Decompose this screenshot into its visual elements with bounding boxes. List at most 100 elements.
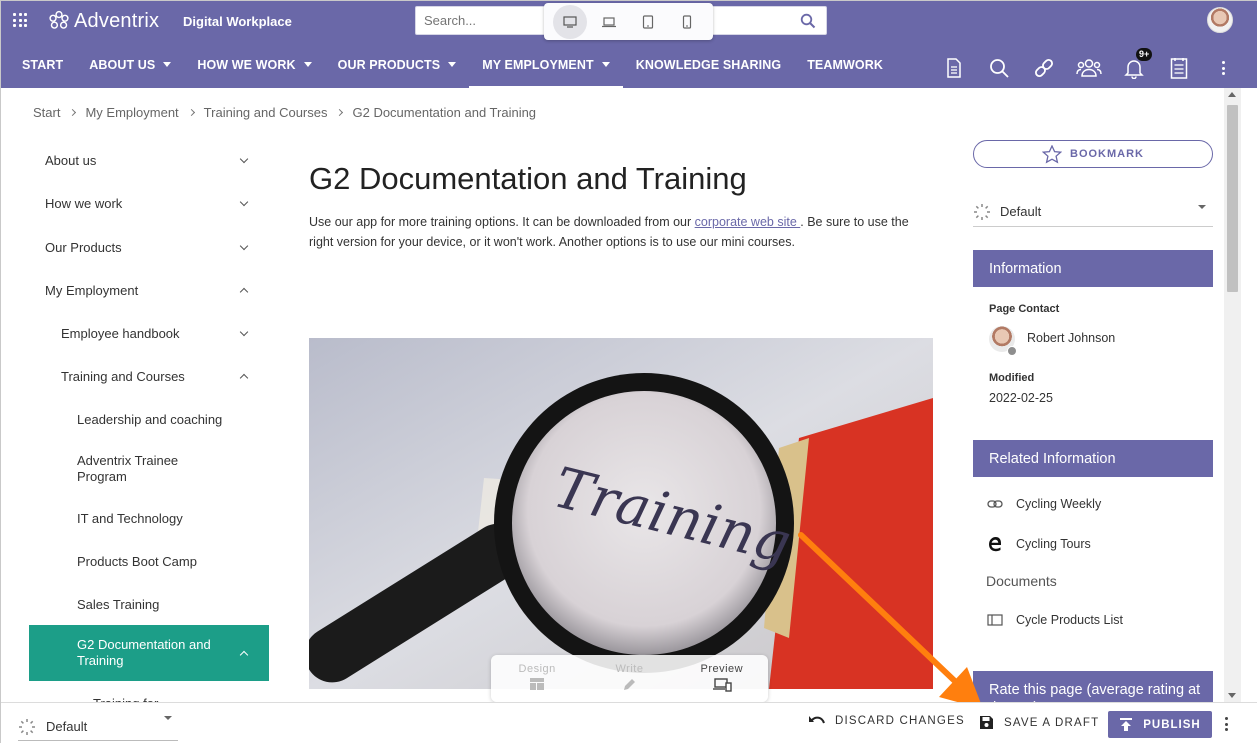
nav-my-employment[interactable]: MY EMPLOYMENT	[469, 41, 623, 88]
site-title[interactable]: Digital Workplace	[183, 14, 292, 29]
chevron-up-icon[interactable]	[239, 373, 249, 383]
leftnav-label: G2 Documentation and Training	[77, 637, 211, 668]
leftnav-item-boot-camp[interactable]: Products Boot Camp	[29, 539, 269, 583]
chevron-up-icon[interactable]	[239, 650, 249, 659]
page-title: G2 Documentation and Training	[309, 161, 747, 196]
nav-start[interactable]: START	[1, 41, 76, 88]
leftnav-item-about-us[interactable]: About us	[29, 139, 269, 182]
more-vertical-icon[interactable]	[1201, 53, 1246, 83]
corporate-site-link[interactable]: corporate web site	[695, 215, 801, 229]
leftnav-item-how-we-work[interactable]: How we work	[29, 182, 269, 225]
grid-layout-icon	[530, 678, 545, 690]
breadcrumb-my-employment[interactable]: My Employment	[85, 105, 178, 120]
bottom-language-select[interactable]: Default	[18, 713, 178, 741]
breadcrumb-training-and-courses[interactable]: Training and Courses	[204, 105, 328, 120]
nav-about-us[interactable]: ABOUT US	[76, 41, 184, 88]
chevron-right-icon	[187, 108, 195, 117]
link-icon[interactable]	[1021, 53, 1066, 83]
leftnav-item-our-products[interactable]: Our Products	[29, 225, 269, 269]
chevron-down-icon[interactable]	[239, 154, 249, 164]
bell-icon[interactable]: 9+	[1111, 48, 1156, 83]
leftnav-item-sales-training[interactable]: Sales Training	[29, 583, 269, 625]
scroll-down-icon[interactable]	[1228, 693, 1236, 698]
chevron-down-icon[interactable]	[239, 197, 249, 207]
design-mode-button[interactable]: Design	[497, 663, 577, 690]
save-draft-button[interactable]: SAVE A DRAFT	[979, 715, 1099, 730]
chevron-up-icon[interactable]	[239, 287, 249, 297]
related-item-cycling-tours[interactable]: Cycling Tours	[986, 536, 1091, 552]
search-input[interactable]	[424, 13, 534, 28]
leftnav-label: Sales Training	[77, 596, 160, 612]
preview-mode-button[interactable]: Preview	[682, 663, 762, 692]
leftnav-item-g2-documentation[interactable]: G2 Documentation and Training	[29, 625, 269, 681]
main-navigation: START ABOUT US HOW WE WORK OUR PRODUCTS …	[1, 41, 896, 88]
modified-value: 2022-02-25	[989, 391, 1053, 405]
related-item-cycling-weekly[interactable]: Cycling Weekly	[986, 497, 1101, 511]
nav-how-we-work[interactable]: HOW WE WORK	[184, 41, 324, 88]
breadcrumb-start[interactable]: Start	[33, 105, 60, 120]
leftnav-label: Leadership and coaching	[77, 412, 223, 427]
nav-label: START	[22, 57, 64, 72]
chevron-down-icon[interactable]	[239, 241, 249, 250]
page-scrollbar[interactable]	[1224, 88, 1241, 702]
laptop-view-button[interactable]	[592, 5, 626, 39]
undo-icon	[809, 716, 825, 724]
publish-icon	[1120, 718, 1133, 731]
nav-our-products[interactable]: OUR PRODUCTS	[325, 41, 470, 88]
phone-view-button[interactable]	[670, 5, 704, 39]
chevron-right-icon	[336, 108, 344, 117]
training-image: Training	[309, 338, 933, 689]
desktop-view-button[interactable]	[552, 4, 587, 39]
tablet-view-button[interactable]	[631, 5, 665, 39]
discard-changes-button[interactable]: DISCARD CHANGES	[808, 715, 965, 727]
bookmark-button[interactable]: BOOKMARK	[973, 140, 1213, 168]
publish-button[interactable]: PUBLISH	[1108, 711, 1212, 738]
leftnav-label: Employee handbook	[61, 326, 180, 341]
information-heading: Information	[973, 250, 1213, 287]
editor-mode-switch: Design Write Preview	[491, 655, 768, 702]
more-options-icon[interactable]	[1225, 717, 1229, 731]
laptop-icon	[601, 16, 616, 27]
document-item-cycle-products[interactable]: Cycle Products List	[986, 613, 1123, 627]
window-edge	[1241, 88, 1257, 702]
language-value: Default	[46, 719, 88, 734]
contact-name[interactable]: Robert Johnson	[1027, 331, 1115, 345]
nav-label: ABOUT US	[89, 57, 156, 72]
chevron-down-icon[interactable]	[239, 327, 249, 337]
desktop-icon	[563, 15, 577, 28]
language-value: Default	[1000, 204, 1042, 219]
nav-teamwork[interactable]: TEAMWORK	[794, 41, 896, 88]
leftnav-item-my-employment[interactable]: My Employment	[29, 269, 269, 312]
leftnav-item-leadership[interactable]: Leadership and coaching	[29, 398, 269, 441]
leftnav-item-it-technology[interactable]: IT and Technology	[29, 497, 269, 539]
edge-browser-icon	[986, 536, 1004, 552]
rate-page-heading: Rate this page (average rating at the to…	[973, 671, 1213, 702]
nav-knowledge-sharing[interactable]: KNOWLEDGE SHARING	[623, 41, 794, 88]
app-launcher-icon[interactable]	[13, 13, 27, 27]
top-bar: Adventrix Digital Workplace START ABOUT …	[1, 1, 1257, 88]
leftnav-item-training-and-courses[interactable]: Training and Courses	[29, 355, 269, 398]
publish-label: PUBLISH	[1143, 718, 1201, 731]
leftnav-label: Training and Courses	[61, 369, 185, 384]
document-icon[interactable]	[931, 53, 976, 83]
caret-down-icon	[163, 62, 172, 67]
checklist-icon[interactable]	[1156, 53, 1201, 83]
language-select[interactable]: Default	[973, 197, 1213, 227]
nav-label: HOW WE WORK	[197, 57, 296, 72]
search-icon[interactable]	[800, 13, 816, 29]
people-icon[interactable]	[1066, 53, 1111, 83]
search-icon[interactable]	[976, 53, 1021, 83]
logo[interactable]: Adventrix	[48, 8, 159, 34]
scroll-up-icon[interactable]	[1228, 92, 1236, 97]
mode-label: Write	[615, 663, 644, 675]
leftnav-item-employee-handbook[interactable]: Employee handbook	[29, 312, 269, 355]
phone-icon	[683, 14, 692, 29]
scroll-thumb[interactable]	[1227, 105, 1238, 292]
user-avatar[interactable]	[1207, 7, 1233, 33]
modified-label: Modified	[989, 372, 1035, 384]
mode-label: Preview	[700, 663, 744, 675]
nav-label: MY EMPLOYMENT	[482, 57, 594, 72]
leftnav-item-trainee-program[interactable]: Adventrix Trainee Program	[29, 441, 269, 497]
write-mode-button[interactable]: Write	[589, 663, 669, 692]
notification-badge: 9+	[1136, 48, 1153, 61]
